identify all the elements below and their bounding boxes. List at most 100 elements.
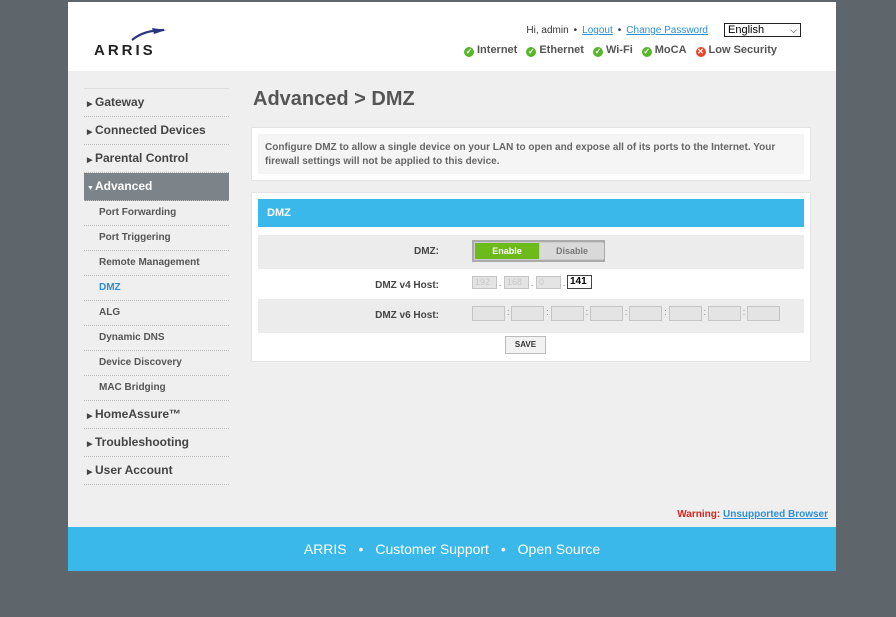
caret-right-icon: ▶ [87, 157, 93, 164]
v6-segment-input[interactable] [472, 306, 505, 321]
v6-segment-input[interactable] [589, 306, 623, 321]
x-icon: ✕ [695, 47, 706, 57]
sidebar-item-port-forwarding[interactable]: Port Forwarding [84, 201, 229, 226]
sidebar-item-port-triggering[interactable]: Port Triggering [84, 226, 229, 251]
enable-button[interactable]: Enable [475, 243, 539, 259]
footer-link-arris[interactable]: ARRIS [304, 541, 347, 557]
sidebar-item-label: Advanced [95, 179, 153, 193]
description-card: Configure DMZ to allow a single device o… [251, 127, 811, 181]
sidebar-item-label: User Account [95, 463, 173, 477]
v6-separator: : [703, 307, 707, 317]
caret-right-icon: ▶ [87, 101, 93, 108]
language-selected: English [728, 24, 765, 36]
sidebar-item-homeassure[interactable]: ▶ HomeAssure™ [84, 401, 229, 429]
user-bar: Hi, admin • Logout • Change Password [526, 25, 708, 36]
dmz-panel: DMZ DMZ: Enable Disable DMZ v4 Host: 192… [251, 192, 811, 362]
page: ARRIS Hi, admin • Logout • Change Password E… [68, 2, 836, 571]
check-icon: ✓ [592, 47, 603, 57]
browser-warning: Warning: Unsupported Browser [677, 509, 828, 520]
v6-separator: : [585, 307, 589, 317]
v4-octet-4-input[interactable]: 141 [567, 275, 592, 289]
caret-right-icon: ▶ [87, 469, 93, 476]
dmz-label: DMZ: [414, 246, 439, 257]
v4-dot: . [531, 278, 534, 288]
v4-dot: . [499, 278, 502, 288]
sidebar-item-parental-control[interactable]: ▶ Parental Control [84, 145, 229, 173]
sidebar-item-label: Remote Management [99, 257, 200, 268]
disable-button[interactable]: Disable [540, 243, 604, 259]
logo-text: ARRIS [94, 42, 156, 59]
dmz-toggle-row: DMZ: Enable Disable [258, 235, 804, 269]
v6-segment-input[interactable] [707, 306, 741, 321]
status-label: Internet [477, 44, 518, 56]
v6-segment-input[interactable] [550, 306, 584, 321]
sidebar-item-dmz[interactable]: DMZ [84, 276, 229, 301]
sidebar-item-mac-bridging[interactable]: MAC Bridging [84, 376, 229, 401]
v4-octet-3[interactable]: 0 [536, 276, 561, 289]
caret-right-icon: ▶ [87, 413, 93, 420]
save-button[interactable]: SAVE [505, 336, 546, 354]
sidebar-item-label: Parental Control [95, 151, 189, 165]
sidebar-item-label: MAC Bridging [99, 382, 166, 393]
v6-separator: : [664, 307, 667, 317]
check-icon: ✓ [464, 47, 474, 57]
footer-link-customer-support[interactable]: Customer Support [375, 541, 489, 557]
status-item: ✓ Internet [464, 44, 517, 57]
caret-down-icon: ▼ [87, 185, 94, 192]
sidebar-item-gateway[interactable]: ▶ Gateway [84, 88, 229, 117]
chevron-down-icon: ⌵ [790, 25, 797, 35]
dmz-v4-label: DMZ v4 Host: [375, 280, 439, 291]
sidebar-item-label: Port Triggering [99, 232, 171, 243]
v4-octet-1[interactable]: 192 [472, 276, 497, 289]
page-title: Advanced > DMZ [253, 88, 415, 110]
v6-segment-input[interactable] [668, 306, 702, 321]
dmz-v4-row: DMZ v4 Host: 192 . 168 . 0 . 141 [258, 269, 804, 303]
sidebar-item-label: Dynamic DNS [99, 332, 165, 343]
footer-link-open-source[interactable]: Open Source [518, 541, 601, 557]
footer-separator: • [358, 541, 364, 557]
v6-separator: : [546, 307, 549, 317]
caret-right-icon: ▶ [87, 441, 93, 448]
v6-segment-input[interactable] [629, 306, 663, 321]
description-text: Configure DMZ to allow a single device o… [258, 134, 804, 174]
status-item: ✕ Low Security [695, 44, 777, 57]
sidebar-item-device-discovery[interactable]: Device Discovery [84, 351, 229, 376]
sidebar-item-label: DMZ [99, 282, 121, 293]
check-icon: ✓ [526, 47, 537, 57]
sidebar-item-label: Troubleshooting [95, 435, 189, 449]
header: ARRIS Hi, admin • Logout • Change Password E… [68, 2, 836, 71]
sidebar-item-dynamic-dns[interactable]: Dynamic DNS [84, 326, 229, 351]
sidebar-item-label: Gateway [95, 95, 145, 109]
change-password-link[interactable]: Change Password [626, 25, 708, 36]
v4-octet-2[interactable]: 168 [504, 276, 529, 289]
sidebar-item-alg[interactable]: ALG [84, 301, 229, 326]
v6-segment-input[interactable] [747, 306, 781, 321]
sidebar-item-label: Connected Devices [95, 123, 206, 137]
status-item: ✓ MoCA [641, 44, 687, 57]
status-label: Ethernet [539, 44, 584, 56]
logout-link[interactable]: Logout [582, 25, 613, 36]
v6-segment-input[interactable] [511, 306, 545, 321]
sidebar-item-label: ALG [99, 307, 121, 318]
sidebar: ▶ Gateway ▶ Connected Devices ▶ Parental Cont… [84, 88, 229, 485]
sidebar-item-label: Device Discovery [99, 357, 182, 368]
unsupported-browser-link[interactable]: Unsupported Browser [723, 509, 828, 520]
language-select[interactable]: English ⌵ [724, 23, 801, 37]
v6-separator: : [624, 307, 628, 317]
check-icon: ✓ [641, 47, 652, 57]
status-bar: ✓ Internet ✓ Ethernet ✓ Wi-Fi ✓ MoCA ✕ Low Securi… [464, 44, 786, 57]
dmz-v6-row: DMZ v6 Host: ::::::: [258, 299, 804, 333]
sidebar-item-user-account[interactable]: ▶ User Account [84, 457, 229, 485]
dmz-v6-label: DMZ v6 Host: [375, 310, 439, 321]
greeting: Hi, admin [526, 25, 569, 36]
caret-right-icon: ▶ [87, 129, 93, 136]
sidebar-item-advanced[interactable]: ▼Advanced [84, 173, 229, 201]
arris-logo: ARRIS [94, 24, 166, 59]
dmz-toggle[interactable]: Enable Disable [472, 240, 605, 262]
logo-swoosh-icon [131, 28, 166, 41]
sidebar-item-label: Port Forwarding [99, 207, 177, 218]
v6-separator: : [742, 307, 746, 317]
sidebar-item-remote-management[interactable]: Remote Management [84, 251, 229, 276]
sidebar-item-connected-devices[interactable]: ▶ Connected Devices [84, 117, 229, 145]
sidebar-item-troubleshooting[interactable]: ▶ Troubleshooting [84, 429, 229, 457]
